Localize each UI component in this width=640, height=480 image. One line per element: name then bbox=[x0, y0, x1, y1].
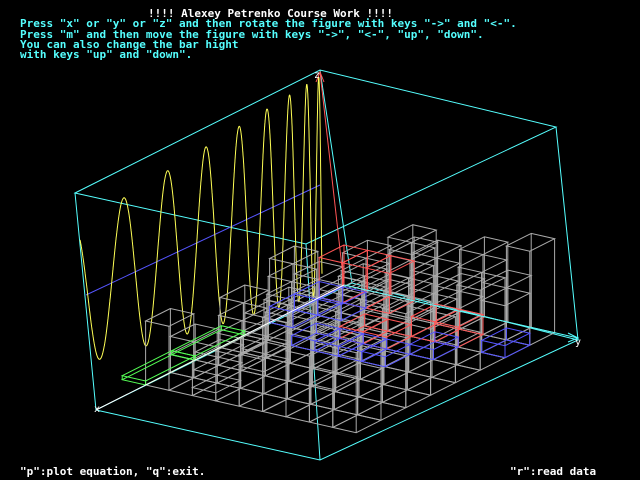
bar bbox=[430, 326, 482, 384]
bar bbox=[458, 236, 510, 336]
bar bbox=[239, 353, 291, 395]
bar bbox=[144, 307, 196, 391]
3d-plot-canvas: z x y bbox=[73, 69, 581, 461]
bar bbox=[334, 298, 386, 398]
box-edge bbox=[319, 69, 353, 284]
center-line bbox=[85, 184, 321, 296]
bar bbox=[408, 331, 460, 361]
bar bbox=[120, 350, 197, 386]
box-edge bbox=[555, 126, 579, 341]
box-edge bbox=[74, 192, 97, 411]
bar bbox=[336, 263, 389, 363]
bar bbox=[361, 318, 413, 350]
bar bbox=[241, 317, 294, 359]
z-axis bbox=[319, 71, 345, 286]
x-axis-label: x bbox=[94, 404, 100, 415]
bar bbox=[360, 338, 412, 368]
bar bbox=[331, 334, 383, 434]
plot-screen: !!!! Alexey Petrenko Course Work !!!! Pr… bbox=[0, 0, 640, 480]
bar bbox=[288, 314, 340, 370]
bar bbox=[480, 327, 532, 359]
z-axis-label: z bbox=[314, 70, 320, 81]
bar bbox=[405, 310, 457, 396]
hint-read-data: "r":read data bbox=[510, 465, 597, 478]
hint-plot-exit: "p":plot equation, "q":exit. bbox=[20, 465, 206, 478]
bar bbox=[284, 337, 336, 423]
bar bbox=[455, 271, 507, 371]
bar bbox=[332, 316, 384, 416]
y-axis-label: y bbox=[575, 337, 581, 348]
bar bbox=[456, 254, 508, 353]
bar-chart-3d bbox=[120, 224, 557, 434]
bar bbox=[335, 280, 387, 380]
